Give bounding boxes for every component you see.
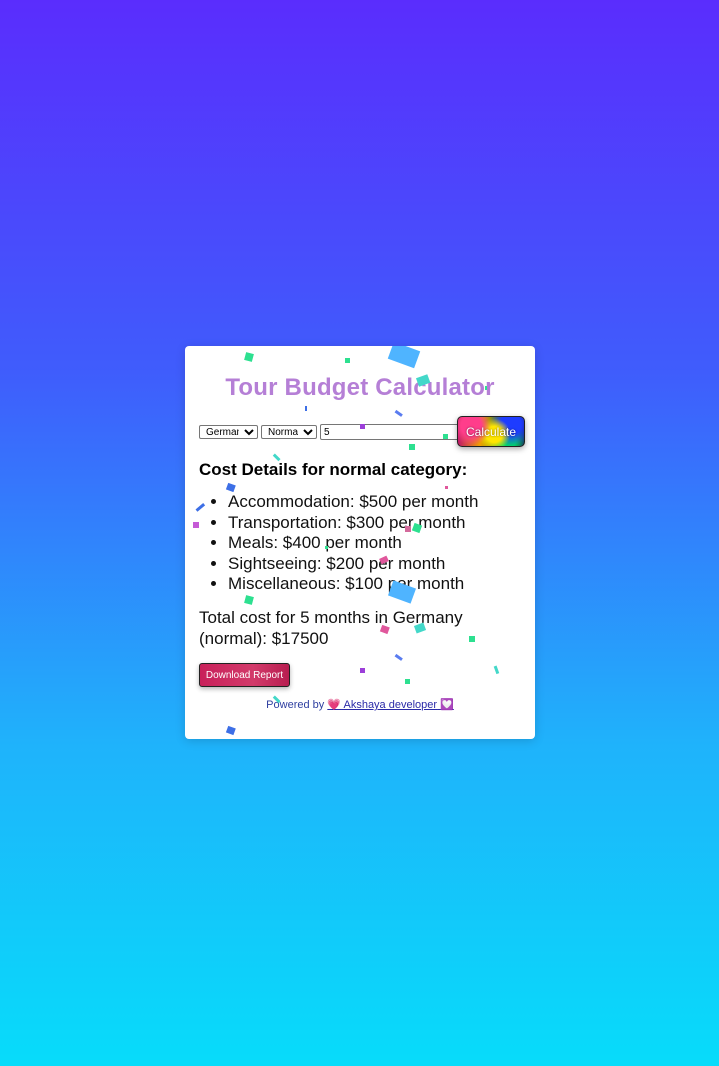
cost-item-meals: Meals: $400 per month xyxy=(228,533,478,554)
confetti-piece xyxy=(345,358,350,363)
confetti-piece xyxy=(360,668,365,673)
developer-link-text: Akshaya developer xyxy=(343,699,438,711)
controls-row: Germany Normal Calculate xyxy=(199,416,529,448)
confetti-piece xyxy=(244,595,254,605)
confetti-piece xyxy=(225,482,236,493)
confetti-piece xyxy=(394,653,403,661)
confetti-piece xyxy=(493,665,500,675)
calculator-card: Tour Budget Calculator Germany Normal Ca… xyxy=(185,346,535,739)
total-cost: Total cost for 5 months in Germany (norm… xyxy=(199,608,463,648)
download-report-button[interactable]: Download Report xyxy=(199,663,290,687)
cost-details-heading: Cost Details for normal category: xyxy=(199,460,468,479)
confetti-piece xyxy=(244,352,254,362)
cost-item-accommodation: Accommodation: $500 per month xyxy=(228,492,478,513)
category-select[interactable]: Normal xyxy=(261,425,317,439)
developer-link[interactable]: 💗 Akshaya developer 💟 xyxy=(327,699,453,711)
cost-item-sightseeing: Sightseeing: $200 per month xyxy=(228,554,478,575)
cost-list: Accommodation: $500 per month Transporta… xyxy=(199,492,478,595)
heart-icon: 💗 xyxy=(327,699,342,711)
footer: Powered by 💗 Akshaya developer 💟 xyxy=(185,698,535,711)
calculate-button[interactable]: Calculate xyxy=(457,416,525,447)
confetti-piece xyxy=(305,406,307,411)
page-title: Tour Budget Calculator xyxy=(225,374,495,401)
confetti-piece xyxy=(405,679,410,684)
confetti-piece xyxy=(445,486,448,489)
cost-item-transportation: Transportation: $300 per month xyxy=(228,513,478,534)
powered-by-label: Powered by xyxy=(266,699,325,711)
confetti-piece xyxy=(387,346,421,369)
country-select[interactable]: Germany xyxy=(199,425,258,439)
heart-decoration-icon: 💟 xyxy=(440,699,454,711)
confetti-piece xyxy=(225,725,236,736)
months-input[interactable] xyxy=(320,424,460,440)
cost-item-miscellaneous: Miscellaneous: $100 per month xyxy=(228,574,478,595)
